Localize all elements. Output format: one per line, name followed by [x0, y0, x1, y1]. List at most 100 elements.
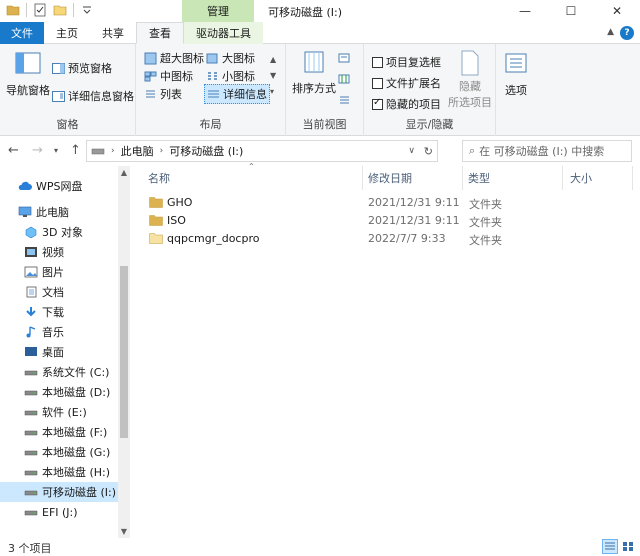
- nav-item[interactable]: 图片: [0, 262, 118, 282]
- large-icons-view-button[interactable]: [620, 539, 636, 554]
- nav-item[interactable]: 本地磁盘 (H:): [0, 462, 118, 482]
- drive-icon: [24, 466, 38, 478]
- file-name: qqpcmgr_docpro: [167, 232, 260, 245]
- drive-icon: [24, 446, 38, 458]
- nav-item[interactable]: 音乐: [0, 322, 118, 342]
- file-row[interactable]: ISO 2021/12/31 9:11 文件夹: [131, 212, 640, 230]
- column-separator[interactable]: [562, 166, 563, 190]
- scroll-down-icon[interactable]: ▼: [118, 527, 130, 536]
- download-icon: [24, 306, 38, 318]
- nav-item[interactable]: 下载: [0, 302, 118, 322]
- nav-item[interactable]: 软件 (E:): [0, 402, 118, 422]
- layout-extra-large-icons[interactable]: 超大图标: [144, 50, 204, 66]
- nav-scrollbar[interactable]: ▲ ▼: [118, 166, 130, 538]
- search-placeholder: 在 可移动磁盘 (I:) 中搜索: [479, 145, 605, 158]
- column-name[interactable]: 名称: [148, 166, 170, 190]
- group-by-icon[interactable]: [338, 52, 351, 65]
- address-bar[interactable]: › 此电脑 › 可移动磁盘 (I:) ∨ ↻: [86, 140, 438, 162]
- nav-item-label: 此电脑: [36, 206, 69, 219]
- search-box[interactable]: ⌕ 在 可移动磁盘 (I:) 中搜索: [462, 140, 632, 162]
- column-separator[interactable]: [462, 166, 463, 190]
- documents-icon: [24, 286, 38, 298]
- layout-small-icons[interactable]: 小图标: [206, 68, 255, 84]
- minimize-button[interactable]: —: [502, 0, 548, 22]
- address-dropdown-icon[interactable]: ∨: [408, 146, 415, 156]
- size-columns-icon[interactable]: [338, 94, 351, 107]
- details-pane-icon: [52, 90, 65, 102]
- breadcrumb-this-pc[interactable]: 此电脑: [121, 143, 154, 159]
- customize-qat-icon[interactable]: [80, 3, 94, 17]
- hide-selected-button[interactable]: 隐藏 所选项目: [448, 50, 492, 110]
- nav-pane-button[interactable]: 导航窗格: [6, 52, 50, 98]
- file-row[interactable]: qqpcmgr_docpro 2022/7/7 9:33 文件夹: [131, 230, 640, 248]
- layout-details[interactable]: 详细信息: [204, 84, 270, 104]
- tab-file[interactable]: 文件: [0, 22, 44, 44]
- pane-group: 导航窗格 预览窗格 详细信息窗格 窗格: [0, 44, 136, 136]
- breadcrumb-removable-disk[interactable]: 可移动磁盘 (I:): [169, 143, 243, 159]
- options-button[interactable]: 选项: [504, 52, 528, 98]
- column-date[interactable]: 修改日期: [368, 166, 412, 190]
- tab-view[interactable]: 查看: [136, 22, 184, 44]
- close-button[interactable]: ✕: [594, 0, 640, 22]
- nav-item[interactable]: 3D 对象: [0, 222, 118, 242]
- column-separator[interactable]: [632, 166, 633, 190]
- layout-scroll-arrows[interactable]: ▲ ▼ ▾: [270, 52, 276, 100]
- back-arrow-icon[interactable]: ←: [8, 143, 19, 158]
- nav-item[interactable]: 本地磁盘 (D:): [0, 382, 118, 402]
- file-extensions-checkbox[interactable]: [372, 77, 383, 89]
- layout-medium-icons[interactable]: 中图标: [144, 68, 193, 84]
- maximize-button[interactable]: ☐: [548, 0, 594, 22]
- column-type[interactable]: 类型: [468, 166, 490, 190]
- preview-pane-icon: [52, 62, 65, 74]
- help-icon[interactable]: ?: [620, 26, 634, 40]
- file-row[interactable]: GHO 2021/12/31 9:11 文件夹: [131, 194, 640, 212]
- details-view-button[interactable]: [602, 539, 618, 554]
- tab-home[interactable]: 主页: [44, 22, 90, 44]
- breadcrumb-chevron-icon[interactable]: ›: [160, 146, 164, 156]
- computer-icon: [18, 206, 32, 218]
- tab-drive-tools[interactable]: 驱动器工具: [184, 22, 263, 44]
- layout-group-label: 布局: [199, 118, 222, 131]
- recent-dropdown-icon[interactable]: ▾: [54, 146, 58, 155]
- nav-item-label: WPS网盘: [36, 180, 83, 193]
- new-folder-icon[interactable]: [53, 3, 67, 17]
- hidden-items-checkbox[interactable]: [372, 97, 383, 110]
- nav-item[interactable]: 系统文件 (C:): [0, 362, 118, 382]
- nav-item[interactable]: 文档: [0, 282, 118, 302]
- nav-item-label: 本地磁盘 (H:): [42, 466, 111, 479]
- layout-group: 超大图标 大图标 中图标 小图标 列表 详细信息 ▲ ▼ ▾ 布局: [136, 44, 286, 136]
- nav-item[interactable]: 桌面: [0, 342, 118, 362]
- item-checkboxes-checkbox[interactable]: [372, 56, 383, 68]
- nav-item[interactable]: 此电脑: [0, 202, 118, 222]
- layout-large-icons[interactable]: 大图标: [206, 50, 255, 66]
- layout-list[interactable]: 列表: [144, 86, 182, 102]
- column-size[interactable]: 大小: [570, 166, 592, 190]
- nav-item[interactable]: 视频: [0, 242, 118, 262]
- sort-by-button[interactable]: 排序方式: [292, 50, 336, 96]
- nav-item[interactable]: 本地磁盘 (G:): [0, 442, 118, 462]
- hidden-items-toggle[interactable]: 隐藏的项目: [372, 96, 441, 112]
- up-arrow-icon[interactable]: ↑: [70, 143, 81, 158]
- item-checkboxes-toggle[interactable]: 项目复选框: [372, 54, 441, 70]
- breadcrumb-chevron-icon[interactable]: ›: [111, 146, 115, 156]
- manage-context-tab[interactable]: 管理: [182, 0, 254, 22]
- column-separator[interactable]: [362, 166, 363, 190]
- refresh-icon[interactable]: ↻: [424, 145, 433, 158]
- details-pane-button[interactable]: 详细信息窗格: [52, 88, 134, 104]
- column-name-label: 名称: [148, 172, 170, 185]
- nav-item[interactable]: 本地磁盘 (F:): [0, 422, 118, 442]
- file-extensions-toggle[interactable]: 文件扩展名: [372, 75, 441, 91]
- nav-item[interactable]: 可移动磁盘 (I:): [0, 482, 118, 502]
- properties-icon[interactable]: [33, 3, 47, 17]
- scroll-up-icon[interactable]: ▲: [118, 168, 130, 177]
- nav-item[interactable]: WPS网盘: [0, 176, 118, 196]
- nav-item[interactable]: EFI (J:): [0, 502, 118, 522]
- collapse-ribbon-icon[interactable]: ▲: [607, 27, 614, 37]
- tab-share[interactable]: 共享: [90, 22, 136, 44]
- layout-medium-label: 中图标: [160, 70, 193, 83]
- add-columns-icon[interactable]: [338, 73, 351, 86]
- preview-pane-button[interactable]: 预览窗格: [52, 60, 112, 76]
- forward-arrow-icon[interactable]: →: [32, 143, 43, 158]
- pictures-icon: [24, 266, 38, 278]
- nav-scroll-thumb[interactable]: [120, 266, 128, 438]
